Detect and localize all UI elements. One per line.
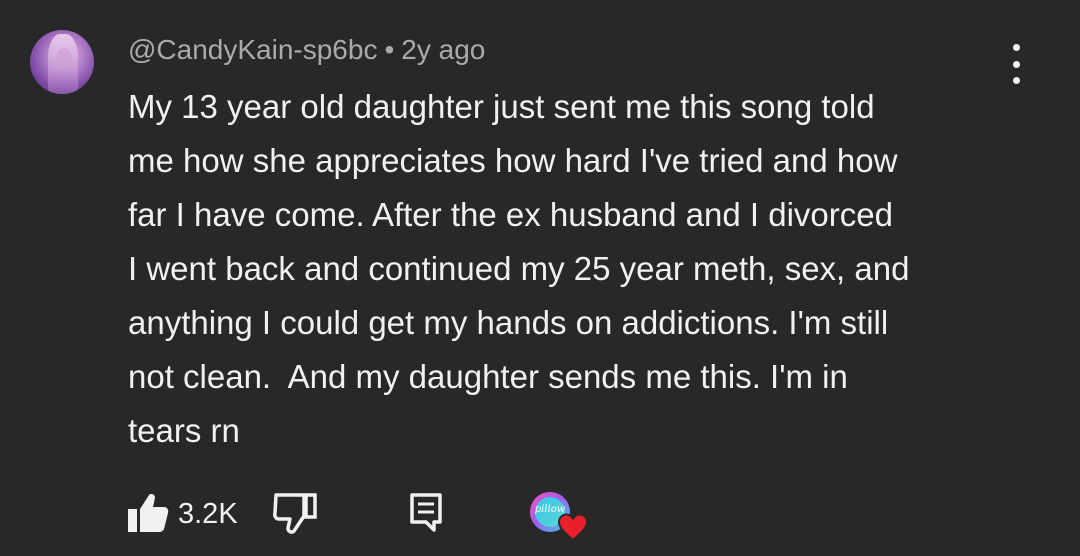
avatar-face [56,48,72,70]
header-separator: • [384,34,395,65]
comment-reply-icon [410,493,442,532]
like-count: 3.2K [178,498,238,530]
menu-dot [1012,77,1020,84]
menu-dot [1012,60,1020,68]
reply-button[interactable] [408,492,444,532]
more-options-icon[interactable] [1001,44,1031,84]
thumbs-up-filled-icon [128,494,169,532]
menu-dot [1012,44,1020,51]
heart-icon [557,513,589,541]
author-name[interactable]: @CandyKain-sp6bc [128,34,377,65]
comment-text: My 13 year old daughter just sent me thi… [128,88,910,449]
creator-heart-badge: pillow [530,492,590,541]
comment-time[interactable]: 2y ago [401,34,485,65]
dislike-button[interactable] [270,492,320,534]
comment-header: @CandyKain-sp6bc • 2y ago [128,34,485,66]
thumbs-down-outline-icon [273,493,317,534]
comment-thread: @CandyKain-sp6bc • 2y ago My 13 year old d… [0,0,1080,556]
author-avatar[interactable] [30,30,94,94]
like-button[interactable] [126,492,170,534]
comment-actions: 3.2K pillow [0,490,1080,541]
